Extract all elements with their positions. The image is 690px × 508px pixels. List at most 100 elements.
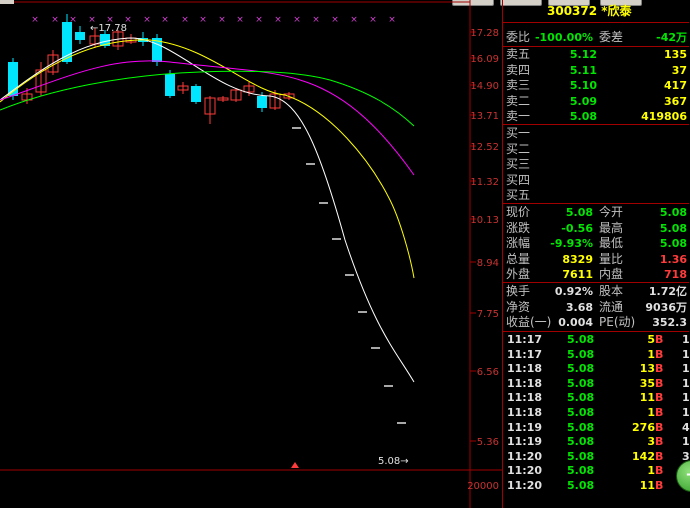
- tick-volume: 5: [647, 333, 655, 346]
- stat-label: 最高: [599, 220, 624, 235]
- day-marker: ×: [350, 15, 358, 25]
- stat-row: 涨跌 -0.56 最高 5.08: [503, 221, 689, 236]
- tick-row: 11:205.081B1: [507, 464, 690, 478]
- ask-volume: 419806: [641, 110, 687, 123]
- tick-price: 5.08: [567, 376, 595, 390]
- bid-label: 买三: [506, 157, 531, 171]
- day-marker: ×: [161, 15, 169, 25]
- tick-time: 11:19: [507, 435, 543, 449]
- tick-direction: B: [655, 435, 664, 449]
- tick-price: 5.08: [567, 333, 595, 346]
- ask-price: 5.10: [569, 79, 597, 92]
- price-axis-label: 17.28: [470, 28, 499, 39]
- ask-price: 5.12: [569, 48, 597, 61]
- day-marker: ×: [369, 15, 377, 25]
- tick-count: 1: [682, 333, 690, 346]
- tick-price: 5.08: [567, 449, 595, 463]
- ask-row: 卖五 5.12 135: [503, 47, 689, 62]
- tick-volume: 35: [639, 376, 655, 390]
- day-marker: ×: [293, 15, 301, 25]
- ma5-line: [0, 37, 415, 383]
- tick-price: 5.08: [567, 420, 595, 434]
- tick-price: 5.08: [567, 406, 595, 419]
- bid-row: 买五: [503, 188, 689, 203]
- ask-row: 卖三 5.10 417: [503, 78, 689, 93]
- bid-label: 买二: [506, 141, 531, 156]
- tick-count: 1: [682, 406, 690, 419]
- weibi-row: 委比 -100.00% 委差 -42万: [503, 30, 689, 45]
- candle-body: [191, 86, 201, 102]
- ma20-line: [0, 60, 415, 176]
- tick-price: 5.08: [567, 464, 595, 478]
- stat-value: 5.08: [565, 206, 593, 219]
- day-marker: ×: [199, 15, 207, 25]
- ask-row: 卖一 5.08 419806: [503, 109, 689, 124]
- ask-row: 卖二 5.09 367: [503, 94, 689, 109]
- info-row: 净资 3.68 流通 9036万: [503, 300, 689, 315]
- ask-label: 卖四: [506, 62, 531, 77]
- ask-label: 卖五: [506, 47, 531, 61]
- tick-direction: B: [655, 333, 664, 346]
- tick-volume: 1: [647, 464, 655, 478]
- price-axis-label: 12.52: [470, 142, 499, 153]
- tick-time: 11:20: [507, 449, 543, 463]
- tick-volume: 142: [632, 449, 655, 463]
- tick-row: 11:205.0811B2: [507, 479, 690, 493]
- candle-body: [75, 32, 85, 40]
- stat-label: 现价: [506, 205, 531, 219]
- tick-price: 5.08: [567, 391, 595, 405]
- tick-count: 1: [682, 347, 690, 361]
- stat-value: 1.36: [659, 252, 687, 266]
- tick-row: 11:20 5.08 142 B 3: [507, 450, 690, 464]
- info-label: 收益(一): [506, 315, 552, 329]
- plus-icon: +: [685, 464, 690, 485]
- stat-value: 5.08: [659, 237, 687, 250]
- day-marker: ×: [218, 15, 226, 25]
- price-axis-label: 10.13: [470, 215, 499, 226]
- bid-row: 买四: [503, 173, 689, 188]
- top-left-bar: [0, 0, 14, 4]
- stat-value: 718: [664, 268, 687, 281]
- tick-count: 1: [682, 376, 690, 390]
- tick-volume: 3: [647, 435, 655, 449]
- price-axis-label: 6.56: [477, 367, 499, 378]
- price-axis-label: 16.09: [470, 54, 499, 65]
- stat-label: 外盘: [506, 267, 531, 281]
- info-value: 0.004: [558, 316, 593, 329]
- info-value: 1.72亿: [648, 285, 687, 298]
- ask-label: 卖三: [506, 78, 531, 92]
- tick-direction: B: [655, 449, 664, 463]
- tick-count: 1: [682, 362, 690, 376]
- day-marker: ×: [69, 15, 77, 25]
- tick-direction: B: [655, 420, 664, 434]
- tick-count: 1: [682, 391, 690, 405]
- tick-time: 11:20: [507, 479, 543, 492]
- tick-row: 11:17 5.08 1 B 1: [507, 348, 690, 362]
- tick-row: 11:18 5.08 35 B 1: [507, 377, 690, 391]
- day-marker: ×: [274, 15, 282, 25]
- stock-title: 300372 *欣泰: [503, 2, 689, 20]
- stat-label: 涨幅: [506, 236, 531, 250]
- ask-price: 5.08: [569, 110, 597, 123]
- tick-direction: B: [655, 347, 664, 361]
- info-value: 0.92%: [554, 285, 593, 298]
- ma60-line: [0, 70, 415, 127]
- stat-value: 5.08: [659, 206, 687, 219]
- ask-volume: 135: [664, 48, 687, 61]
- tick-row: 11:19 5.08 3 B 1: [507, 435, 690, 449]
- tick-direction: B: [655, 362, 664, 376]
- day-marker: ×: [388, 15, 396, 25]
- stat-value: 8329: [562, 252, 593, 266]
- price-axis-label: 14.90: [470, 81, 499, 92]
- bid-row: 买三: [503, 157, 689, 172]
- tick-direction: B: [655, 479, 664, 492]
- price-axis-label: 5.36: [477, 437, 499, 448]
- tick-count: 1: [682, 435, 690, 449]
- info-label: 净资: [506, 299, 531, 314]
- ask-price: 5.09: [569, 94, 597, 108]
- price-axis-label: 8.94: [477, 258, 499, 269]
- candle-body: [257, 96, 267, 108]
- kline-chart[interactable]: × × × × × × × × × × × × × × × × × × × ×←17.785.08→ 17.2816.…: [0, 0, 502, 508]
- tick-row: 11:18 5.08 13 B 1: [507, 362, 690, 376]
- bid-row: 买二: [503, 142, 689, 157]
